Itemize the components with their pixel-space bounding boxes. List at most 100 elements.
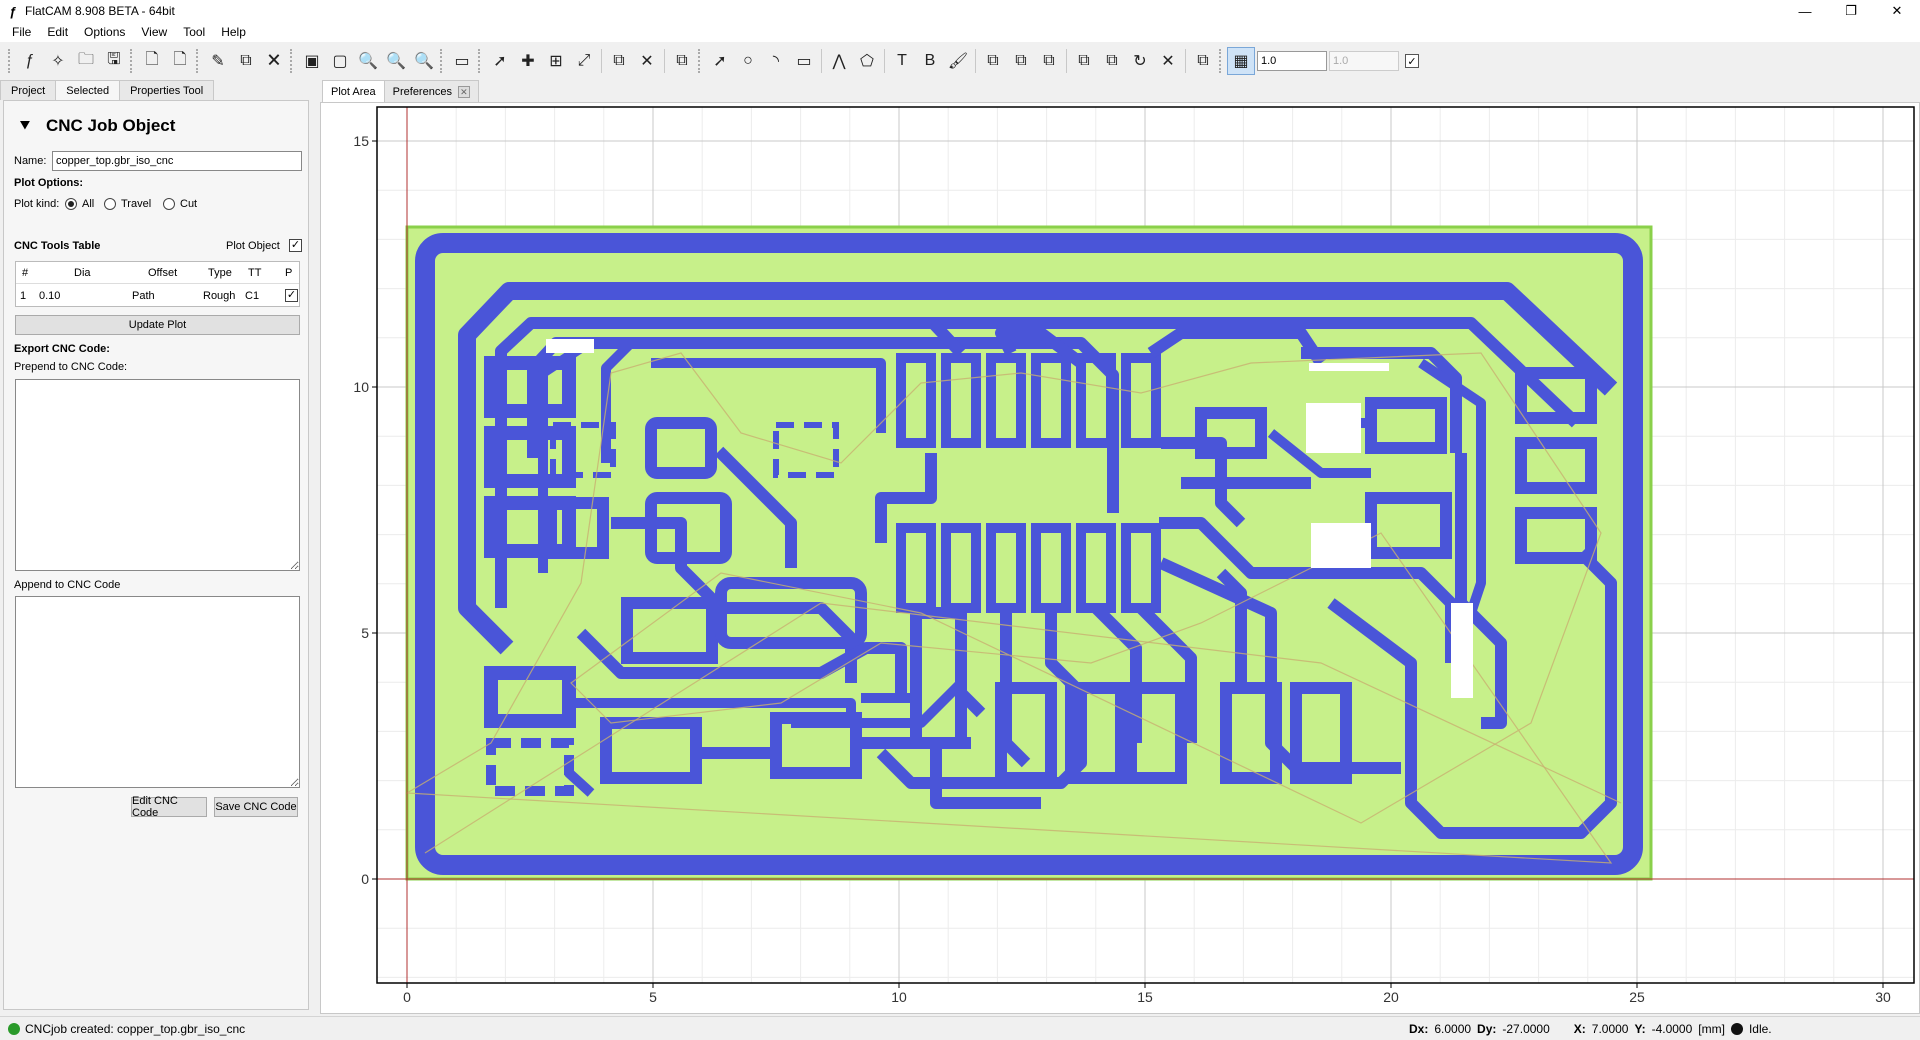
col-p: P xyxy=(285,267,293,279)
open-folder-icon[interactable]: 🗀 xyxy=(72,47,100,75)
move-drill-icon[interactable]: ⧉ xyxy=(668,47,696,75)
plot-object-label: Plot Object xyxy=(226,240,280,252)
menu-edit[interactable]: Edit xyxy=(39,25,76,39)
plot-object-checkbox[interactable]: ✓ xyxy=(289,239,302,252)
subtract-icon[interactable]: ⧉ xyxy=(1035,47,1063,75)
col-type: Type xyxy=(208,267,232,279)
restore-button[interactable]: ❐ xyxy=(1828,0,1874,22)
select-geo-icon[interactable]: ➚ xyxy=(706,47,734,75)
select-arrow-icon[interactable]: ➚ xyxy=(486,47,514,75)
path-icon[interactable]: ⋀ xyxy=(825,47,853,75)
plot-kind-travel-label: Travel xyxy=(121,198,152,210)
zoom-in-icon[interactable]: 🔍 xyxy=(354,47,382,75)
grid-x-input[interactable] xyxy=(1257,51,1327,71)
cnc-drill-icon: ⯆ xyxy=(17,115,33,136)
y-value: -4.0000 xyxy=(1651,1022,1693,1036)
save-icon[interactable]: 🖫 xyxy=(100,47,128,75)
table-row[interactable]: 1 0.10 Path Rough C1 ✓ xyxy=(16,285,299,307)
tab-preferences[interactable]: Preferences ✕ xyxy=(383,80,479,102)
close-button[interactable]: ✕ xyxy=(1874,0,1920,22)
new-geometry-icon[interactable]: ✧ xyxy=(44,47,72,75)
plot-svg[interactable]: 051015202530354045500510152025 xyxy=(321,103,1919,1013)
menu-tool[interactable]: Tool xyxy=(175,25,213,39)
x-label: X: xyxy=(1573,1022,1586,1036)
cell-plot-checkbox[interactable]: ✓ xyxy=(285,289,298,302)
delete-shape-icon[interactable]: ✕ xyxy=(1154,47,1182,75)
move-shape-icon[interactable]: ⧉ xyxy=(1189,47,1217,75)
add-drill-icon[interactable]: ✚ xyxy=(514,47,542,75)
text-icon[interactable]: T xyxy=(888,47,916,75)
dy-label: Dy: xyxy=(1477,1022,1497,1036)
prepend-textarea[interactable] xyxy=(15,379,300,571)
union-icon[interactable]: ⧉ xyxy=(979,47,1007,75)
menu-file[interactable]: File xyxy=(4,25,39,39)
cell-tt: C1 xyxy=(245,290,260,302)
dy-value: -27.0000 xyxy=(1502,1022,1550,1036)
edit-icon[interactable]: ✎ xyxy=(204,47,232,75)
intersection-icon[interactable]: ⧉ xyxy=(1007,47,1035,75)
new-project-icon[interactable]: ƒ xyxy=(16,47,44,75)
resize-drill-icon[interactable]: ⤢ xyxy=(570,47,598,75)
cell-num: 1 xyxy=(20,290,27,302)
plot-canvas[interactable]: 051015202530354045500510152025 xyxy=(320,102,1920,1014)
polygon-icon[interactable]: ⬠ xyxy=(853,47,881,75)
col-dia: Dia xyxy=(74,267,91,279)
void-area xyxy=(1451,603,1473,698)
tab-plot-area[interactable]: Plot Area xyxy=(322,80,385,102)
units-label: [mm] xyxy=(1698,1022,1725,1036)
circle-icon[interactable]: ○ xyxy=(734,47,762,75)
table-header: # Dia Offset Type TT P xyxy=(16,262,299,284)
status-message: CNCjob created: copper_top.gbr_iso_cnc xyxy=(8,1022,245,1036)
drill-array-icon[interactable]: ⊞ xyxy=(542,47,570,75)
tab-selected[interactable]: Selected xyxy=(55,80,121,101)
menu-bar: File Edit Options View Tool Help xyxy=(0,22,1920,42)
new-gerber-icon[interactable]: 🗋 xyxy=(138,47,166,75)
grid-snap-icon[interactable]: ▦ xyxy=(1227,47,1255,75)
replot-icon[interactable]: ▣ xyxy=(298,47,326,75)
status-message-text: CNCjob created: copper_top.gbr_iso_cnc xyxy=(25,1022,246,1036)
clear-plot-icon[interactable]: ▢ xyxy=(326,47,354,75)
update-plot-button[interactable]: Update Plot xyxy=(15,315,300,335)
copy-shape-icon[interactable]: ⧉ xyxy=(1098,47,1126,75)
delete-drill-icon[interactable]: ✕ xyxy=(633,47,661,75)
plot-kind-all-radio[interactable] xyxy=(65,198,77,210)
shell-icon[interactable]: ▭ xyxy=(448,47,476,75)
grid-lock-checkbox[interactable]: ✓ xyxy=(1405,54,1419,68)
minimize-button[interactable]: — xyxy=(1782,0,1828,22)
menu-help[interactable]: Help xyxy=(213,25,254,39)
toolbar-grip[interactable] xyxy=(8,49,14,73)
name-input[interactable] xyxy=(52,151,302,171)
save-cnc-button[interactable]: Save CNC Code xyxy=(214,797,298,817)
tab-project[interactable]: Project xyxy=(0,80,57,100)
tools-table-title: CNC Tools Table xyxy=(14,240,101,252)
close-tab-icon[interactable]: ✕ xyxy=(457,85,470,98)
plot-kind-cut-label: Cut xyxy=(180,198,198,210)
menu-options[interactable]: Options xyxy=(76,25,133,39)
tab-properties-tool[interactable]: Properties Tool xyxy=(119,80,215,100)
dx-label: Dx: xyxy=(1409,1022,1429,1036)
append-textarea[interactable] xyxy=(15,596,300,788)
zoom-fit-icon[interactable]: 🔍 xyxy=(410,47,438,75)
void-area xyxy=(546,339,594,353)
copy-icon[interactable]: ⧉ xyxy=(232,47,260,75)
plot-kind-all-label: All xyxy=(82,198,95,210)
x-tick-label: 30 xyxy=(1875,989,1891,1005)
plot-kind-cut-radio[interactable] xyxy=(163,198,175,210)
grid-y-input[interactable] xyxy=(1329,51,1399,71)
buffer-icon[interactable]: B xyxy=(916,47,944,75)
delete-file-icon[interactable]: 🗙 xyxy=(260,47,288,75)
cnc-tools-table: # Dia Offset Type TT P 1 0.10 Path Rough… xyxy=(15,261,300,307)
arc-icon[interactable]: ◝ xyxy=(762,47,790,75)
plot-kind-travel-radio[interactable] xyxy=(104,198,116,210)
new-excellon-icon[interactable]: 🗋 xyxy=(166,47,194,75)
copy-drill-icon[interactable]: ⧉ xyxy=(605,47,633,75)
append-label: Append to CNC Code xyxy=(14,579,121,591)
rotate-icon[interactable]: ↻ xyxy=(1126,47,1154,75)
paint-icon[interactable]: 🖌 xyxy=(944,47,972,75)
success-icon xyxy=(8,1023,20,1035)
zoom-out-icon[interactable]: 🔍 xyxy=(382,47,410,75)
rectangle-icon[interactable]: ▭ xyxy=(790,47,818,75)
cut-path-icon[interactable]: ⧉ xyxy=(1070,47,1098,75)
menu-view[interactable]: View xyxy=(133,25,175,39)
edit-cnc-button[interactable]: Edit CNC Code xyxy=(131,795,207,819)
